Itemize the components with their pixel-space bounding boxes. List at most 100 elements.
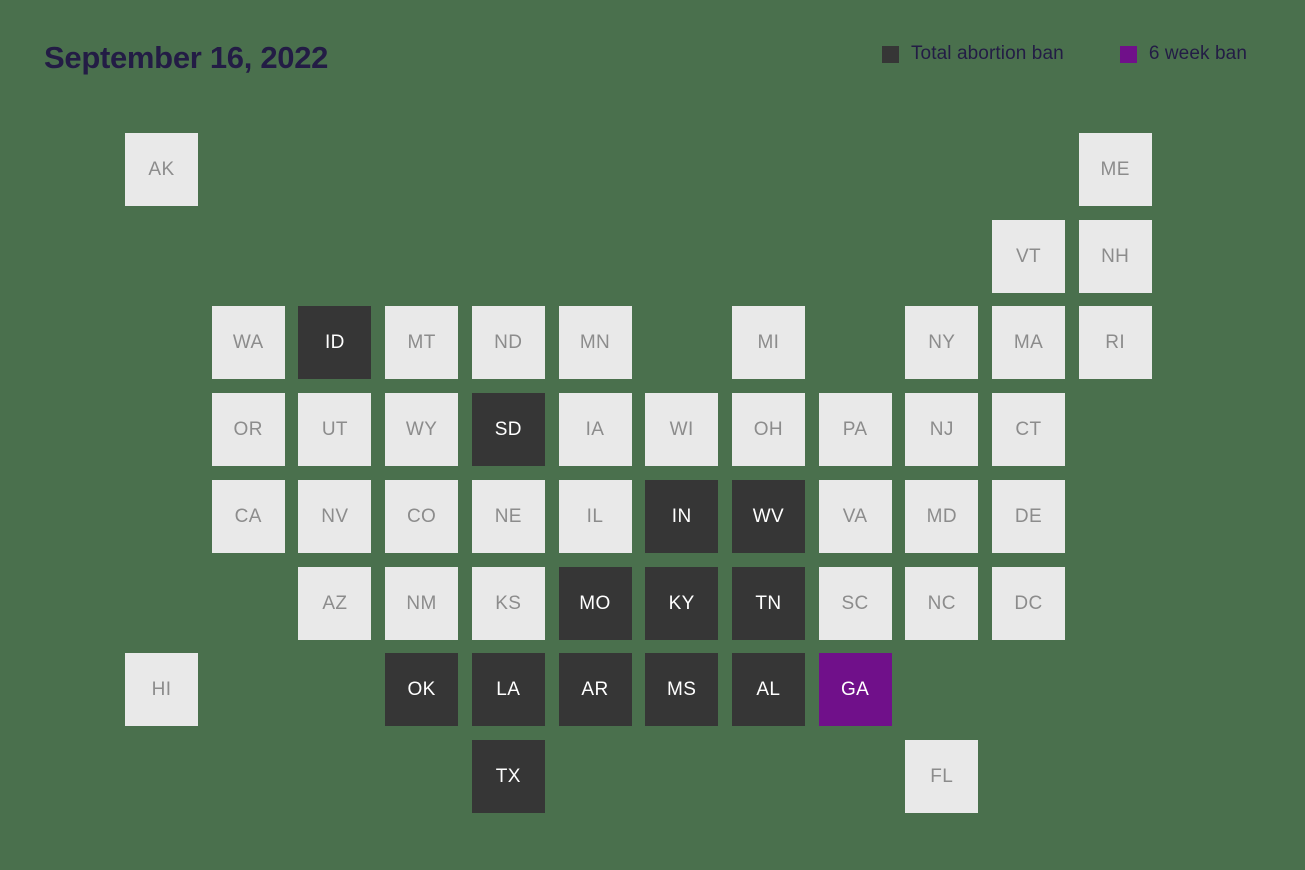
state-tile-mn[interactable]: MN [558,306,632,380]
state-tile-mi[interactable]: MI [731,306,805,380]
state-tile-de[interactable]: DE [992,479,1065,553]
state-tile-wv[interactable]: WV [731,479,805,553]
state-tile-md[interactable]: MD [905,479,979,553]
tilemap-page: September 16, 2022 Total abortion ban 6 w… [0,0,1305,870]
state-tile-label: CA [234,505,262,527]
state-tile-label: NM [406,592,437,614]
state-tile-in[interactable]: IN [645,479,719,553]
state-tile-ms[interactable]: MS [645,653,719,727]
state-tile-nv[interactable]: NV [298,479,372,553]
state-tile-label: OR [233,419,263,441]
state-tile-oh[interactable]: OH [731,393,805,467]
state-tile-ok[interactable]: OK [385,653,459,727]
state-tile-me[interactable]: ME [1078,133,1152,206]
state-tile-label: FL [930,765,954,787]
state-tile-label: AK [148,159,175,180]
state-tile-sd[interactable]: SD [471,393,545,467]
state-tile-ga[interactable]: GA [818,653,892,727]
state-tile-ct[interactable]: CT [992,393,1065,467]
state-tile-label: WY [405,419,438,441]
state-tile-label: NV [321,505,349,527]
state-tile-label: TX [495,765,521,787]
state-tile-ne[interactable]: NE [471,479,545,553]
state-tile-tx[interactable]: TX [471,739,545,813]
state-tile-label: NH [1101,245,1130,267]
state-tile-pa[interactable]: PA [818,393,892,467]
state-tile-label: IA [585,419,605,441]
state-tile-label: MS [667,679,697,701]
state-tile-wy[interactable]: WY [385,393,459,467]
state-tile-ma[interactable]: MA [992,306,1065,380]
state-tile-wi[interactable]: WI [645,393,719,467]
state-tile-label: NE [494,505,522,527]
state-tile-label: GA [840,679,870,701]
state-tile-label: SD [494,419,522,441]
state-tile-ak[interactable]: AK [125,133,198,206]
state-tile-vt[interactable]: VT [992,219,1065,293]
state-tile-nd[interactable]: ND [471,306,545,380]
state-tile-hi[interactable]: HI [125,653,198,727]
state-tile-label: DC [1014,592,1043,614]
state-tile-ar[interactable]: AR [558,653,632,727]
state-tile-nh[interactable]: NH [1078,219,1152,293]
state-tile-il[interactable]: IL [558,479,632,553]
state-tile-label: PA [842,419,868,441]
state-tile-label: LA [496,679,521,701]
state-tile-label: CO [406,505,437,527]
state-tile-label: DE [1014,505,1043,527]
state-tile-dc[interactable]: DC [992,566,1065,640]
state-tile-mt[interactable]: MT [385,306,459,380]
state-tile-label: WV [752,505,785,527]
state-tile-nc[interactable]: NC [905,566,979,640]
state-tile-la[interactable]: LA [471,653,545,727]
state-tile-label: ID [324,332,345,354]
state-tile-label: ME [1100,159,1130,180]
state-tile-label: AZ [322,592,348,614]
state-tile-label: MN [579,332,611,354]
state-tile-wa[interactable]: WA [211,306,285,380]
state-tile-label: IL [586,505,604,527]
state-tile-ca[interactable]: CA [211,479,285,553]
state-tile-label: NC [927,592,956,614]
state-tile-label: AR [581,679,609,701]
state-tile-label: WA [232,332,264,354]
state-tile-sc[interactable]: SC [818,566,892,640]
state-tile-al[interactable]: AL [731,653,805,727]
state-tile-ia[interactable]: IA [558,393,632,467]
state-tile-label: VA [842,505,868,527]
state-tile-label: VT [1015,245,1042,267]
state-tile-label: UT [321,419,348,441]
state-tile-ks[interactable]: KS [471,566,545,640]
state-tile-label: MO [579,592,611,614]
state-tile-ri[interactable]: RI [1078,306,1152,380]
state-tile-fl[interactable]: FL [905,739,979,813]
state-tile-label: MI [757,332,780,354]
state-tile-va[interactable]: VA [818,479,892,553]
state-tile-label: SC [841,592,869,614]
state-tile-label: MA [1013,332,1044,354]
state-tile-id[interactable]: ID [298,306,372,380]
state-tile-label: AL [756,679,781,701]
state-tile-label: KY [668,592,695,614]
state-tile-nm[interactable]: NM [385,566,459,640]
state-tile-az[interactable]: AZ [298,566,372,640]
state-tile-ky[interactable]: KY [645,566,719,640]
state-tile-mo[interactable]: MO [558,566,632,640]
state-tile-label: IN [671,505,692,527]
state-tile-label: ND [494,332,523,354]
state-tile-label: NY [928,332,956,354]
state-tile-label: MT [407,332,436,354]
state-tile-co[interactable]: CO [385,479,459,553]
state-tile-label: WI [669,419,694,441]
state-tile-label: HI [151,679,172,701]
state-tile-tn[interactable]: TN [731,566,805,640]
state-tile-ny[interactable]: NY [905,306,979,380]
state-tile-or[interactable]: OR [211,393,285,467]
state-tile-label: KS [495,592,522,614]
state-tile-nj[interactable]: NJ [905,393,979,467]
state-tile-label: OK [407,679,436,701]
state-tile-label: RI [1105,332,1126,354]
state-tile-label: TN [755,592,782,614]
state-tile-label: CT [1015,419,1042,441]
state-tile-ut[interactable]: UT [298,393,372,467]
